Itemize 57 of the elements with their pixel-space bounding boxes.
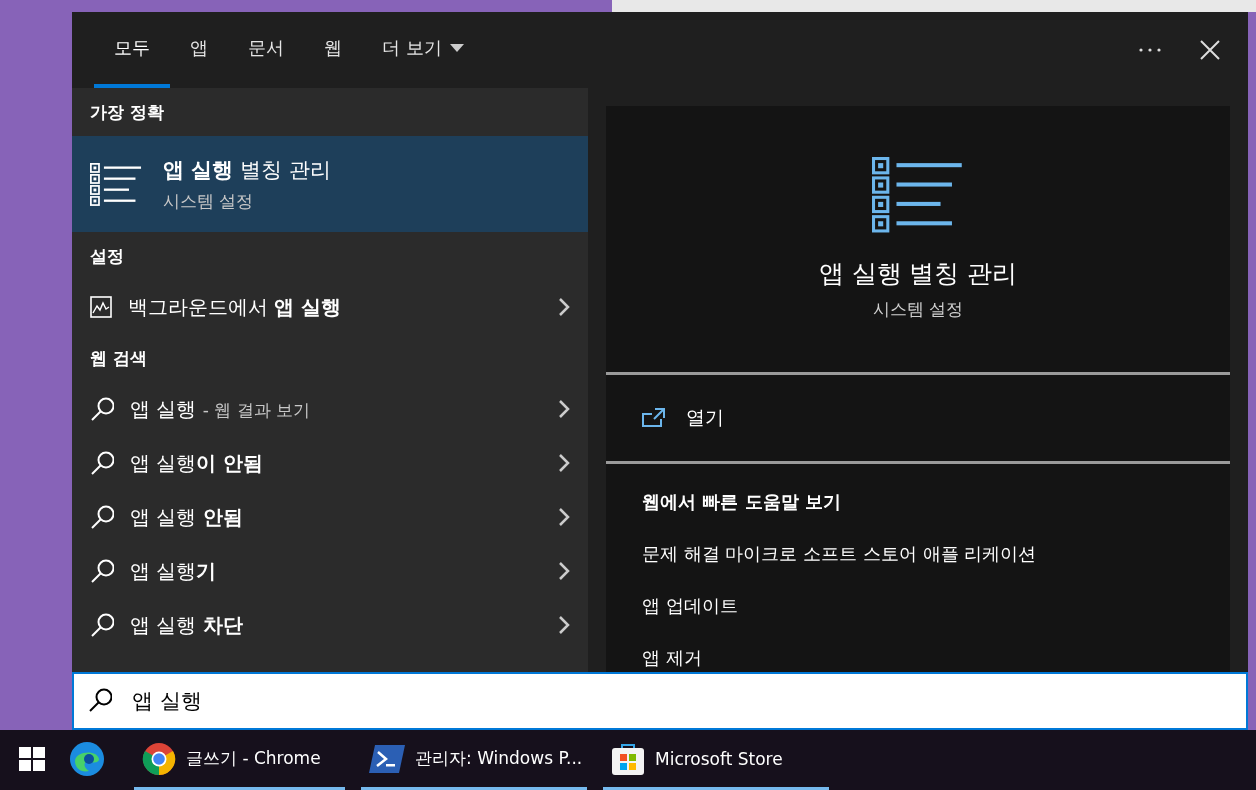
filter-tab[interactable]: 웹 <box>304 12 362 88</box>
preview-subtitle: 시스템 설정 <box>872 298 964 321</box>
list-icon <box>872 157 964 233</box>
chevron-icon <box>558 615 570 635</box>
web-search-result[interactable]: 앱 실행이 안됨 <box>72 436 588 490</box>
close-icon <box>1200 40 1220 60</box>
help-link[interactable]: 문제 해결 마이크로 소프트 스토어 애플 리케이션 <box>642 542 1194 566</box>
taskbar-button[interactable]: 글쓰기 - Chrome <box>134 730 345 790</box>
section-heading: 설정 <box>89 244 125 268</box>
result-label: 백그라운드에서 앱 실행 <box>128 293 343 321</box>
search-icon <box>88 688 112 713</box>
open-action[interactable]: 열기 <box>606 375 1230 464</box>
result-label: 앱 실행기 <box>130 557 218 585</box>
preview-title: 앱 실행 별칭 관리 <box>818 258 1018 290</box>
wave-logo-icon <box>69 740 105 777</box>
shopping-bag-icon <box>611 741 645 776</box>
chevron-icon <box>558 453 570 473</box>
list-icon <box>90 162 143 206</box>
open-external-icon <box>642 408 666 428</box>
result-subtitle: 시스템 설정 <box>163 189 255 213</box>
chevron-icon <box>558 399 570 419</box>
search-icon <box>90 396 114 422</box>
web-search-result[interactable]: 앱 실행기 <box>72 544 588 598</box>
chevron-icon <box>558 561 570 581</box>
taskbar-button[interactable]: Microsoft Store <box>603 730 829 790</box>
result-label: 앱 실행 - 웹 결과 보기 <box>130 395 312 423</box>
filter-tab[interactable]: 앱 <box>170 12 228 88</box>
search-icon <box>90 504 114 530</box>
chart-window-icon <box>90 296 112 318</box>
settings-result[interactable]: 백그라운드에서 앱 실행 <box>72 280 588 334</box>
chevron-icon <box>558 297 570 317</box>
result-label: 앱 실행이 안됨 <box>130 449 265 477</box>
more-icon <box>1139 48 1161 52</box>
circle-logo-icon <box>142 741 176 776</box>
help-link[interactable]: 앱 업데이트 <box>642 594 1194 618</box>
result-label: 앱 실행 안됨 <box>130 503 244 531</box>
help-link[interactable]: 앱 제거 <box>642 646 1194 670</box>
filter-tab[interactable]: 더 보기 <box>362 12 484 88</box>
search-icon <box>90 450 114 476</box>
best-match-item[interactable]: 앱 실행 별칭 관리 시스템 설정 <box>72 136 588 232</box>
web-search-result[interactable]: 앱 실행 차단 <box>72 598 588 652</box>
caret-icon <box>449 44 464 52</box>
chevron-icon <box>558 507 570 527</box>
result-title: 앱 실행 별칭 관리 <box>163 156 331 184</box>
result-label: 앱 실행 차단 <box>130 611 244 639</box>
taskbar-button[interactable]: 관리자: Windows P... <box>361 730 587 790</box>
section-heading: 가장 정확 <box>89 100 165 124</box>
section-heading: 웹 검색 <box>89 346 148 370</box>
windows-logo-icon <box>19 746 45 771</box>
search-icon <box>90 558 114 584</box>
help-heading: 웹에서 빠른 도움말 보기 <box>642 490 842 514</box>
web-search-result[interactable]: 앱 실행 안됨 <box>72 490 588 544</box>
terminal-icon <box>369 744 405 773</box>
search-field[interactable]: 앱 실행 <box>72 672 1248 730</box>
filter-tab[interactable]: 문서 <box>228 12 304 88</box>
search-icon <box>90 612 114 638</box>
web-search-result[interactable]: 앱 실행 - 웹 결과 보기 <box>72 382 588 436</box>
